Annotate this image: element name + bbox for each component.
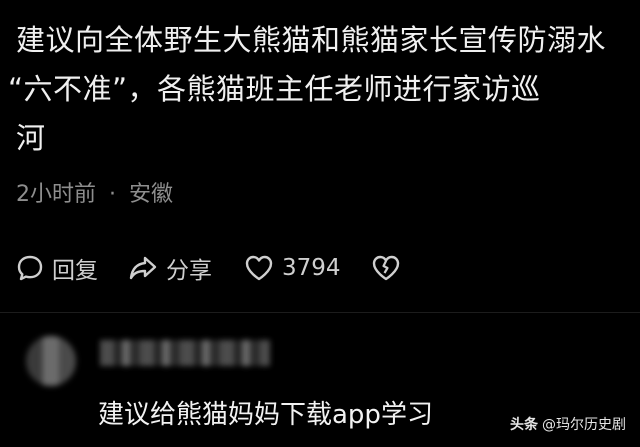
share-button[interactable]: 分享 xyxy=(128,251,212,285)
like-count: 3794 xyxy=(282,255,341,281)
comment-line: 河 xyxy=(16,121,46,155)
comment-location: 安徽 xyxy=(129,182,174,207)
watermark-brand: 头条 xyxy=(510,417,538,433)
watermark: 头条 @玛尔历史剧 xyxy=(510,414,626,434)
comment-meta: 2小时前 · 安徽 xyxy=(16,176,173,208)
comment-actions: 回复 分享 3794 xyxy=(16,248,401,288)
comment-body: 建议向全体野生大熊猫和熊猫家长宣传防溺水 “六不准”，各熊猫班主任老师进行家访巡… xyxy=(8,16,626,163)
comment-time: 2小时前 xyxy=(16,182,96,207)
avatar[interactable] xyxy=(26,336,76,386)
comment-divider xyxy=(0,312,640,313)
dislike-button[interactable] xyxy=(371,254,401,282)
like-button[interactable]: 3794 xyxy=(244,254,341,282)
share-arrow-icon xyxy=(129,256,157,280)
chat-bubble-icon xyxy=(17,255,43,281)
reply-button[interactable]: 回复 xyxy=(16,251,98,285)
username-blurred[interactable] xyxy=(100,340,270,366)
share-label: 分享 xyxy=(166,258,212,284)
comment-line: 建议向全体野生大熊猫和熊猫家长宣传防溺水 xyxy=(16,23,607,57)
heart-outline-icon xyxy=(245,255,273,281)
reply-text: 建议给熊猫妈妈下载app学习 xyxy=(98,400,433,430)
broken-heart-icon xyxy=(372,255,399,281)
reply-label: 回复 xyxy=(52,258,98,284)
meta-separator: · xyxy=(109,182,116,207)
comment-line: “六不准”，各熊猫班主任老师进行家访巡 xyxy=(8,72,541,106)
watermark-handle: @玛尔历史剧 xyxy=(542,417,626,433)
